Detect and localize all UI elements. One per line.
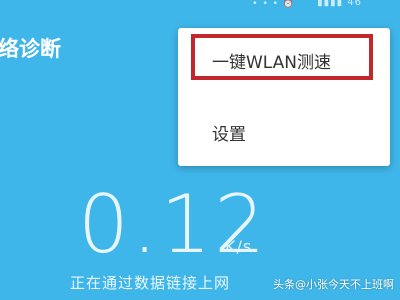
- signal-icon: ▮▮▮▮ 46: [317, 0, 362, 8]
- notification-dots-icon: • • • ⏰: [252, 0, 295, 9]
- menu-item-label: 一键WLAN测速: [212, 53, 332, 73]
- speed-unit: K/s: [225, 237, 253, 256]
- watermark: 头条@小张今天不上班啊: [273, 278, 394, 291]
- overflow-menu: 一键WLAN测速 设置: [178, 28, 390, 166]
- page-title: 络诊断: [0, 37, 61, 61]
- signal-text: 46: [347, 0, 362, 8]
- menu-item-settings[interactable]: 设置: [178, 108, 390, 158]
- connection-status: 正在通过数据链接上网: [70, 274, 231, 292]
- menu-item-label: 设置: [212, 125, 246, 145]
- menu-item-wlan-speedtest[interactable]: 一键WLAN测速: [178, 28, 390, 90]
- status-bar: • • • ⏰ ▮▮▮▮ 46: [0, 0, 400, 14]
